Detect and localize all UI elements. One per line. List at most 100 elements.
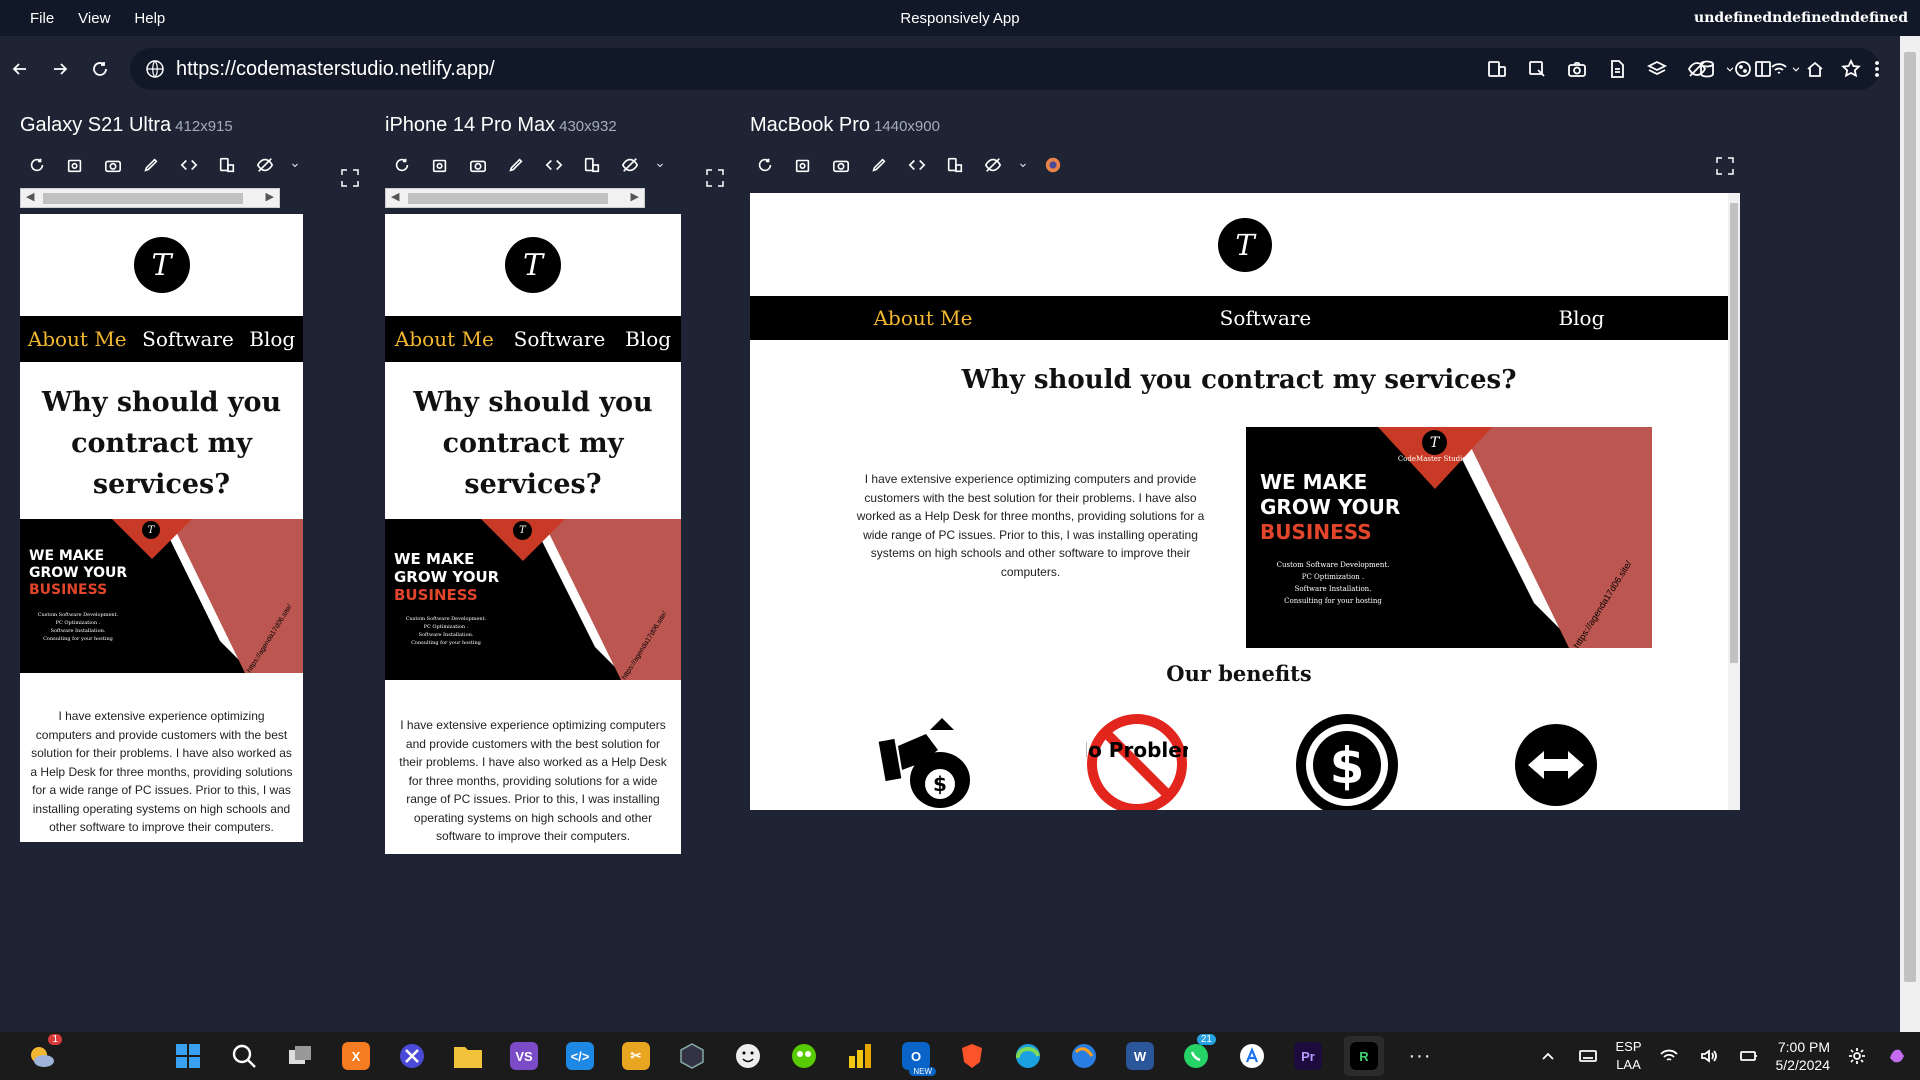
eye-off-icon[interactable] bbox=[980, 152, 1006, 178]
chevron-down-icon[interactable] bbox=[1724, 56, 1736, 82]
nav-software[interactable]: Software bbox=[514, 327, 606, 351]
nav-about[interactable]: About Me bbox=[874, 306, 973, 330]
battery-icon[interactable] bbox=[1736, 1043, 1762, 1069]
weather-icon[interactable]: 1 bbox=[22, 1034, 62, 1076]
layout-chevron-icon[interactable] bbox=[1790, 56, 1802, 82]
expand-icon[interactable] bbox=[705, 168, 725, 188]
app-store-icon[interactable] bbox=[1232, 1036, 1272, 1076]
eye-off-icon[interactable] bbox=[1684, 56, 1710, 82]
brave-icon[interactable] bbox=[952, 1036, 992, 1076]
devices-icon[interactable] bbox=[1484, 56, 1510, 82]
pen-icon[interactable] bbox=[138, 152, 164, 178]
nav-software[interactable]: Software bbox=[1220, 306, 1312, 330]
chevron-down-icon[interactable] bbox=[1018, 152, 1028, 178]
nav-software[interactable]: Software bbox=[142, 327, 234, 351]
viewport-scrollbar[interactable] bbox=[1728, 193, 1740, 810]
connect-app-icon[interactable] bbox=[392, 1036, 432, 1076]
document-icon[interactable] bbox=[1604, 56, 1630, 82]
camera-icon[interactable] bbox=[100, 152, 126, 178]
file-explorer-icon[interactable] bbox=[448, 1036, 488, 1076]
snipping-tool-icon[interactable]: ✂ bbox=[616, 1036, 656, 1076]
whatsapp-icon[interactable]: 21 bbox=[1176, 1034, 1216, 1076]
layers-icon[interactable] bbox=[1644, 56, 1670, 82]
scroll-right-icon[interactable]: ▶ bbox=[631, 190, 639, 203]
screenshot-icon[interactable] bbox=[62, 152, 88, 178]
chevron-down-icon[interactable] bbox=[290, 152, 300, 178]
copilot-icon[interactable] bbox=[1884, 1043, 1910, 1069]
start-icon[interactable] bbox=[168, 1036, 208, 1076]
code-icon[interactable] bbox=[541, 152, 567, 178]
more-apps-icon[interactable]: ··· bbox=[1400, 1036, 1440, 1076]
scroll-right-icon[interactable]: ▶ bbox=[266, 190, 274, 203]
search-icon[interactable] bbox=[224, 1036, 264, 1076]
pen-icon[interactable] bbox=[866, 152, 892, 178]
code-icon[interactable] bbox=[904, 152, 930, 178]
emoji-app-icon[interactable] bbox=[728, 1036, 768, 1076]
nav-about[interactable]: About Me bbox=[28, 327, 127, 351]
duolingo-icon[interactable] bbox=[784, 1036, 824, 1076]
expand-icon[interactable] bbox=[340, 168, 360, 188]
pen-icon[interactable] bbox=[503, 152, 529, 178]
device-hscrollbar[interactable]: ◀ ▶ bbox=[20, 188, 280, 208]
inspect-icon[interactable] bbox=[1524, 56, 1550, 82]
device-hscrollbar[interactable]: ◀ ▶ bbox=[385, 188, 645, 208]
reload-icon[interactable] bbox=[389, 152, 415, 178]
scroll-left-icon[interactable]: ◀ bbox=[391, 190, 399, 203]
viewport-scrollbar-thumb[interactable] bbox=[1730, 203, 1738, 663]
xampp-icon[interactable]: X bbox=[336, 1036, 376, 1076]
code-icon[interactable] bbox=[176, 152, 202, 178]
site-logo[interactable]: T bbox=[505, 237, 561, 293]
reload-icon[interactable] bbox=[80, 49, 120, 89]
reload-icon[interactable] bbox=[24, 152, 50, 178]
back-icon[interactable] bbox=[0, 49, 40, 89]
reload-icon[interactable] bbox=[752, 152, 778, 178]
shield-app-icon[interactable] bbox=[672, 1036, 712, 1076]
nav-blog[interactable]: Blog bbox=[249, 327, 295, 351]
window-scrollbar-thumb[interactable] bbox=[1904, 52, 1916, 982]
expand-icon[interactable] bbox=[1715, 156, 1735, 176]
star-icon[interactable] bbox=[1838, 56, 1864, 82]
url-text[interactable]: https://codemasterstudio.netlify.app/ bbox=[176, 58, 495, 81]
premiere-icon[interactable]: Pr bbox=[1288, 1036, 1328, 1076]
nav-about[interactable]: About Me bbox=[395, 327, 494, 351]
visual-studio-icon[interactable]: VS bbox=[504, 1036, 544, 1076]
task-view-icon[interactable] bbox=[280, 1036, 320, 1076]
firefox-icon[interactable] bbox=[1064, 1036, 1104, 1076]
chevron-up-icon[interactable] bbox=[1535, 1043, 1561, 1069]
rotate-icon[interactable] bbox=[214, 152, 240, 178]
home-icon[interactable] bbox=[1802, 56, 1828, 82]
color-wheel-icon[interactable] bbox=[1040, 152, 1066, 178]
more-menu-icon[interactable] bbox=[1864, 56, 1890, 82]
nav-blog[interactable]: Blog bbox=[1558, 306, 1604, 330]
settings-gear-icon[interactable] bbox=[1844, 1043, 1870, 1069]
keyboard-icon[interactable] bbox=[1575, 1043, 1601, 1069]
camera-icon[interactable] bbox=[465, 152, 491, 178]
site-logo[interactable]: T bbox=[133, 237, 190, 293]
clock[interactable]: 7:00 PM 5/2/2024 bbox=[1776, 1038, 1831, 1074]
chevron-down-icon[interactable] bbox=[655, 152, 665, 178]
screenshot-icon[interactable] bbox=[427, 152, 453, 178]
eye-off-icon[interactable] bbox=[617, 152, 643, 178]
screenshot-icon[interactable] bbox=[790, 152, 816, 178]
scrollbar-thumb[interactable] bbox=[43, 193, 243, 204]
camera-icon[interactable] bbox=[1564, 56, 1590, 82]
wifi-icon[interactable] bbox=[1656, 1043, 1682, 1069]
outlook-icon[interactable]: O NEW bbox=[896, 1036, 936, 1076]
vscode-icon[interactable]: </> bbox=[560, 1036, 600, 1076]
word-icon[interactable]: W bbox=[1120, 1036, 1160, 1076]
nav-blog[interactable]: Blog bbox=[625, 327, 671, 351]
volume-icon[interactable] bbox=[1696, 1043, 1722, 1069]
scrollbar-thumb[interactable] bbox=[408, 193, 608, 204]
eye-off-icon[interactable] bbox=[252, 152, 278, 178]
language-indicator[interactable]: ESP LAA bbox=[1615, 1038, 1641, 1074]
rotate-icon[interactable] bbox=[942, 152, 968, 178]
menu-view[interactable]: View bbox=[66, 10, 122, 27]
window-scrollbar[interactable] bbox=[1900, 36, 1920, 1040]
power-bi-icon[interactable] bbox=[840, 1036, 880, 1076]
edge-icon[interactable] bbox=[1008, 1036, 1048, 1076]
layout-icon[interactable] bbox=[1750, 56, 1776, 82]
menu-file[interactable]: File bbox=[18, 10, 66, 27]
forward-icon[interactable] bbox=[40, 49, 80, 89]
camera-icon[interactable] bbox=[828, 152, 854, 178]
menu-help[interactable]: Help bbox=[122, 10, 177, 27]
